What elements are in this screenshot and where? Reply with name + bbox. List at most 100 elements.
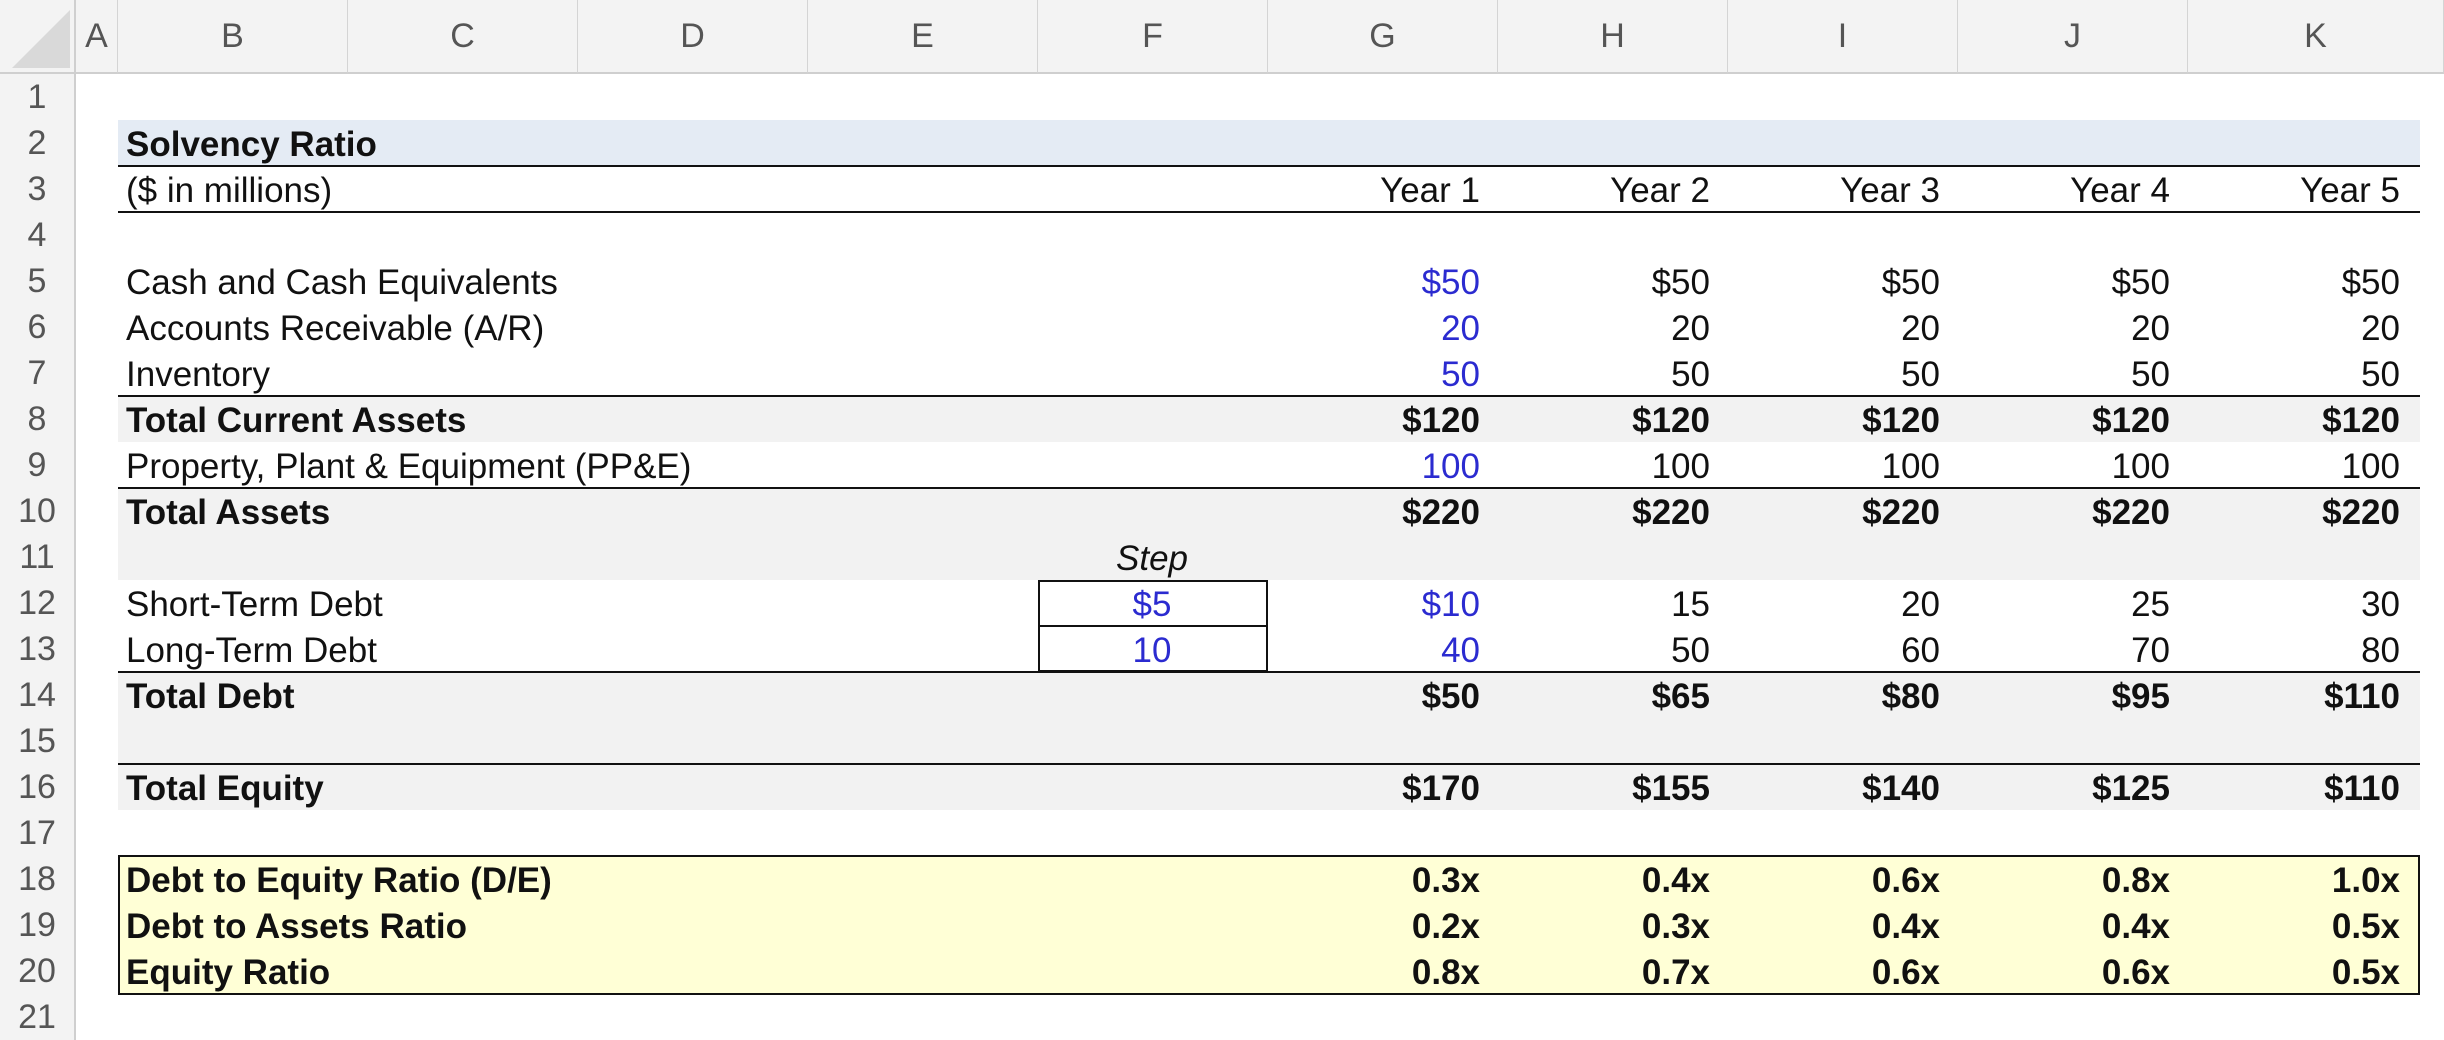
column-header-e[interactable]: E <box>808 0 1038 74</box>
cell-inventory-y5[interactable]: 50 <box>2180 352 2400 398</box>
step-long-value[interactable]: 10 <box>1038 628 1266 674</box>
row-header-17[interactable]: 17 <box>0 810 76 856</box>
select-all-corner[interactable] <box>0 0 76 74</box>
cell-cash-y3[interactable]: $50 <box>1720 260 1940 306</box>
cell-ar-y5[interactable]: 20 <box>2180 306 2400 352</box>
column-header-d[interactable]: D <box>578 0 808 74</box>
cell-ltd-y4[interactable]: 70 <box>1950 628 2170 674</box>
cell-cash-y1[interactable]: $50 <box>1260 260 1480 306</box>
cell-tca-y3[interactable]: $120 <box>1720 398 1940 444</box>
row-header-12[interactable]: 12 <box>0 580 76 626</box>
cell-er-y4[interactable]: 0.6x <box>1950 950 2170 996</box>
row-header-20[interactable]: 20 <box>0 948 76 994</box>
row-header-2[interactable]: 2 <box>0 120 76 166</box>
cell-ta-y2[interactable]: $220 <box>1490 490 1710 536</box>
cell-inventory-y1[interactable]: 50 <box>1260 352 1480 398</box>
cell-te-y2[interactable]: $155 <box>1490 766 1710 812</box>
cell-std-y3[interactable]: 20 <box>1720 582 1940 628</box>
cell-ar-y2[interactable]: 20 <box>1490 306 1710 352</box>
cell-ppe-y2[interactable]: 100 <box>1490 444 1710 490</box>
row-header-3[interactable]: 3 <box>0 166 76 212</box>
cell-ar-y3[interactable]: 20 <box>1720 306 1940 352</box>
cell-de-y2[interactable]: 0.4x <box>1490 858 1710 904</box>
cell-tca-y2[interactable]: $120 <box>1490 398 1710 444</box>
row-header-15[interactable]: 15 <box>0 718 76 764</box>
cell-ppe-y3[interactable]: 100 <box>1720 444 1940 490</box>
row-header-21[interactable]: 21 <box>0 994 76 1040</box>
row-header-5[interactable]: 5 <box>0 258 76 304</box>
column-header-c[interactable]: C <box>348 0 578 74</box>
cell-de-y4[interactable]: 0.8x <box>1950 858 2170 904</box>
column-header-j[interactable]: J <box>1958 0 2188 74</box>
cell-da-y2[interactable]: 0.3x <box>1490 904 1710 950</box>
cell-std-y5[interactable]: 30 <box>2180 582 2400 628</box>
cell-cash-y5[interactable]: $50 <box>2180 260 2400 306</box>
cell-da-y4[interactable]: 0.4x <box>1950 904 2170 950</box>
cell-td-y2[interactable]: $65 <box>1490 674 1710 720</box>
cell-ta-y1[interactable]: $220 <box>1260 490 1480 536</box>
column-header-f[interactable]: F <box>1038 0 1268 74</box>
cell-ltd-y2[interactable]: 50 <box>1490 628 1710 674</box>
cell-td-y4[interactable]: $95 <box>1950 674 2170 720</box>
cell-cash-y4[interactable]: $50 <box>1950 260 2170 306</box>
cell-cash-y2[interactable]: $50 <box>1490 260 1710 306</box>
cell-std-y4[interactable]: 25 <box>1950 582 2170 628</box>
column-header-b[interactable]: B <box>118 0 348 74</box>
cell-inventory-y3[interactable]: 50 <box>1720 352 1940 398</box>
cell-td-y3[interactable]: $80 <box>1720 674 1940 720</box>
row-header-10[interactable]: 10 <box>0 488 76 534</box>
cell-ltd-y1[interactable]: 40 <box>1260 628 1480 674</box>
cell-er-y2[interactable]: 0.7x <box>1490 950 1710 996</box>
cell-er-y3[interactable]: 0.6x <box>1720 950 1940 996</box>
cell-inventory-y4[interactable]: 50 <box>1950 352 2170 398</box>
cell-de-y5[interactable]: 1.0x <box>2180 858 2400 904</box>
cell-inventory-y2[interactable]: 50 <box>1490 352 1710 398</box>
row-header-18[interactable]: 18 <box>0 856 76 902</box>
cell-tca-y5[interactable]: $120 <box>2180 398 2400 444</box>
cell-de-y1[interactable]: 0.3x <box>1260 858 1480 904</box>
cell-te-y3[interactable]: $140 <box>1720 766 1940 812</box>
column-header-a[interactable]: A <box>76 0 118 74</box>
row-header-6[interactable]: 6 <box>0 304 76 350</box>
cell-std-y2[interactable]: 15 <box>1490 582 1710 628</box>
cell-ppe-y4[interactable]: 100 <box>1950 444 2170 490</box>
cell-ta-y4[interactable]: $220 <box>1950 490 2170 536</box>
cell-ltd-y5[interactable]: 80 <box>2180 628 2400 674</box>
column-header-i[interactable]: I <box>1728 0 1958 74</box>
row-header-4[interactable]: 4 <box>0 212 76 258</box>
cell-tca-y4[interactable]: $120 <box>1950 398 2170 444</box>
row-header-13[interactable]: 13 <box>0 626 76 672</box>
cell-td-y1[interactable]: $50 <box>1260 674 1480 720</box>
cell-ta-y3[interactable]: $220 <box>1720 490 1940 536</box>
cell-ltd-y3[interactable]: 60 <box>1720 628 1940 674</box>
cell-ppe-y1[interactable]: 100 <box>1260 444 1480 490</box>
cell-ar-y4[interactable]: 20 <box>1950 306 2170 352</box>
row-header-8[interactable]: 8 <box>0 396 76 442</box>
row-header-11[interactable]: 11 <box>0 534 76 580</box>
cell-de-y3[interactable]: 0.6x <box>1720 858 1940 904</box>
cell-tca-y1[interactable]: $120 <box>1260 398 1480 444</box>
cell-te-y4[interactable]: $125 <box>1950 766 2170 812</box>
row-header-19[interactable]: 19 <box>0 902 76 948</box>
cell-ta-y5[interactable]: $220 <box>2180 490 2400 536</box>
cell-da-y5[interactable]: 0.5x <box>2180 904 2400 950</box>
cell-ppe-y5[interactable]: 100 <box>2180 444 2400 490</box>
cell-er-y1[interactable]: 0.8x <box>1260 950 1480 996</box>
cell-er-y5[interactable]: 0.5x <box>2180 950 2400 996</box>
cell-da-y1[interactable]: 0.2x <box>1260 904 1480 950</box>
cell-da-y3[interactable]: 0.4x <box>1720 904 1940 950</box>
step-short-value[interactable]: $5 <box>1038 582 1266 628</box>
row-header-9[interactable]: 9 <box>0 442 76 488</box>
column-header-h[interactable]: H <box>1498 0 1728 74</box>
row-header-16[interactable]: 16 <box>0 764 76 810</box>
column-header-g[interactable]: G <box>1268 0 1498 74</box>
cell-std-y1[interactable]: $10 <box>1260 582 1480 628</box>
row-header-7[interactable]: 7 <box>0 350 76 396</box>
cell-te-y5[interactable]: $110 <box>2180 766 2400 812</box>
cell-td-y5[interactable]: $110 <box>2180 674 2400 720</box>
column-header-k[interactable]: K <box>2188 0 2444 74</box>
cell-ar-y1[interactable]: 20 <box>1260 306 1480 352</box>
row-header-14[interactable]: 14 <box>0 672 76 718</box>
cell-te-y1[interactable]: $170 <box>1260 766 1480 812</box>
row-header-1[interactable]: 1 <box>0 74 76 120</box>
